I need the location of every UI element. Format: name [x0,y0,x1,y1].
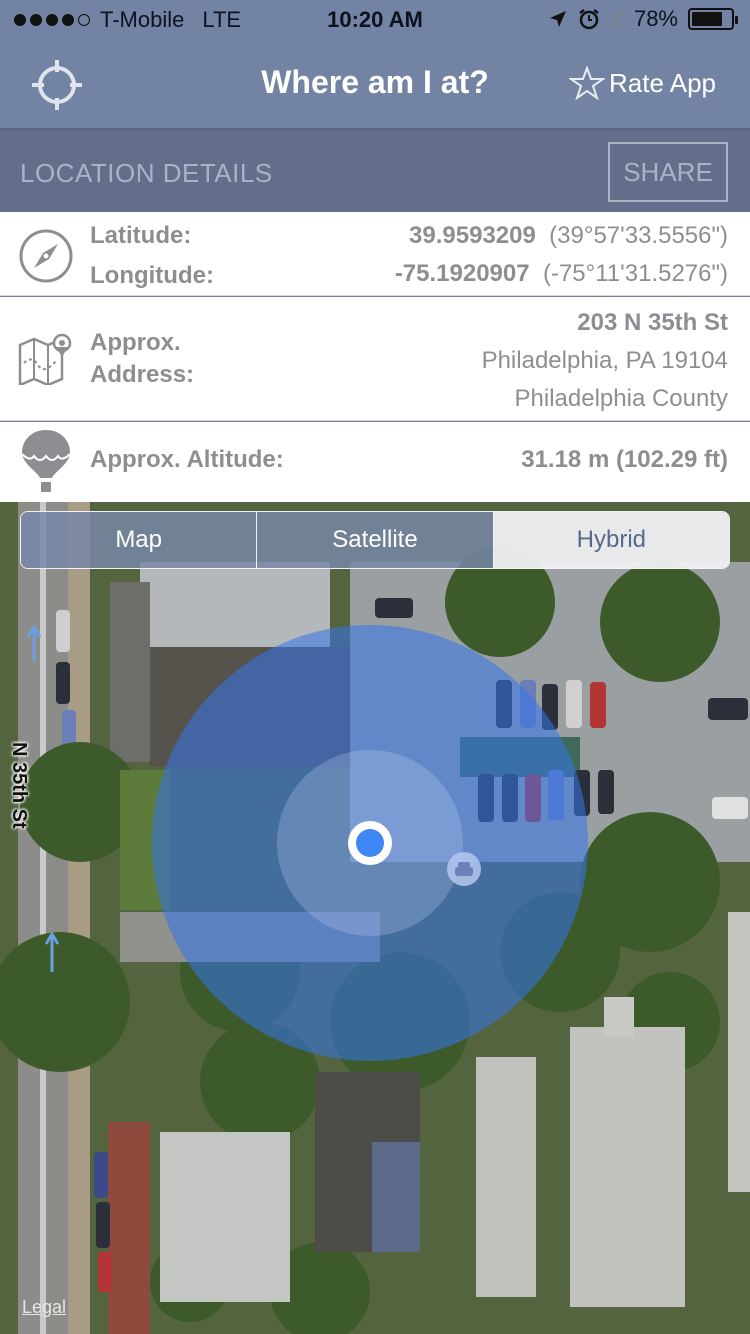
latitude-dms: (39°57'33.5556") [549,222,728,249]
address-city: Philadelphia, PA 19104 [481,347,728,374]
longitude-decimal: -75.1920907 [394,260,530,287]
address-label-line1: Approx. [90,329,181,356]
altitude-row: Approx. Altitude: 31.18 m (102.29 ft) [0,422,750,502]
star-outline-icon [569,66,606,100]
map-pin-icon [18,333,72,385]
share-button[interactable]: SHARE [608,142,728,202]
altitude-label: Approx. Altitude: [90,446,284,473]
altitude-value: 31.18 m (102.29 ft) [521,446,728,473]
segment-map[interactable]: Map [21,512,258,568]
longitude-value: -75.1920907 (-75°11'31.5276") [395,260,728,288]
location-details-header: LOCATION DETAILS SHARE [0,128,750,212]
battery-percent: 78% [633,6,678,31]
map-type-selector: Map Satellite Hybrid [20,511,730,569]
map-imagery [0,502,750,1334]
battery-icon [688,8,738,30]
coordinates-row: Latitude: Longitude: 39.9593209 (39°57'3… [0,212,750,296]
address-street: 203 N 35th St [577,309,728,336]
bluetooth-icon [611,7,624,31]
address-county: Philadelphia County [514,385,728,412]
alarm-icon [579,9,599,30]
street-label: N 35th St [8,742,30,829]
address-row: Approx. Address: 203 N 35th St Philadelp… [0,297,750,421]
latitude-value: 39.9593209 (39°57'33.5556") [409,222,728,250]
longitude-label: Longitude: [90,262,214,289]
location-arrow-icon [549,11,566,27]
satellite-map[interactable]: N 35th St Map Satellite Hybrid Legal [0,502,750,1334]
hot-air-balloon-icon [21,430,71,492]
latitude-label: Latitude: [90,222,192,249]
segment-satellite[interactable]: Satellite [257,512,494,568]
address-label-line2: Address: [90,361,195,388]
segment-hybrid[interactable]: Hybrid [493,512,729,568]
section-title: LOCATION DETAILS [20,158,273,188]
status-bar: T-Mobile LTE 10:20 AM 78% [0,0,750,40]
legal-link[interactable]: Legal [22,1297,66,1318]
longitude-dms: (-75°11'31.5276") [542,260,728,287]
rate-app-label: Rate App [609,67,716,98]
compass-icon [19,229,73,283]
top-bar: T-Mobile LTE 10:20 AM 78% Where am I at?… [0,0,750,128]
latitude-decimal: 39.9593209 [409,222,536,249]
rate-app-button[interactable]: Rate App [569,66,716,100]
